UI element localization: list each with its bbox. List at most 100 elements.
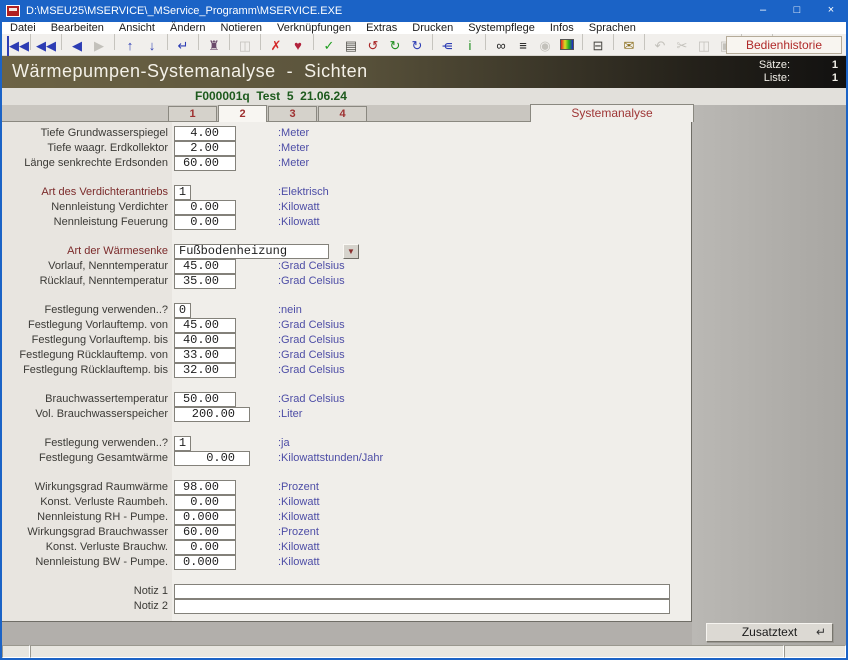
palette-icon[interactable] — [560, 39, 574, 50]
menu-item-sprachen[interactable]: Sprachen — [589, 22, 636, 34]
toolbar-separator — [114, 34, 115, 50]
tab-3[interactable]: 3 — [268, 106, 317, 121]
branch-icon[interactable]: ⋔ — [438, 36, 458, 56]
field-label: Notiz 1 — [2, 584, 168, 599]
form-row: Festlegung verwenden..?0:nein — [2, 303, 692, 318]
list-icon[interactable]: ≡ — [513, 36, 533, 56]
zusatztext-button[interactable]: Zusatztext ↵ — [706, 623, 833, 642]
menu-item-bearbeiten[interactable]: Bearbeiten — [51, 22, 104, 34]
status-bar — [2, 645, 846, 658]
previous-record-icon[interactable]: ◀ — [67, 36, 87, 56]
menu-bar: Datei Bearbeiten Ansicht Ändern Notieren Verk… — [2, 22, 846, 34]
field-input[interactable]: 0.000 — [174, 510, 236, 525]
toolbar-separator — [582, 34, 583, 50]
tab-systemanalyse[interactable]: Systemanalyse — [530, 104, 694, 122]
form-row: Wirkungsgrad Brauchwasser60.00:Prozent — [2, 525, 692, 540]
field-input[interactable] — [174, 584, 670, 599]
field-label: Festlegung Rücklauftemp. bis — [2, 363, 168, 378]
field-input[interactable]: 60.00 — [174, 525, 236, 540]
first-record-icon[interactable]: ◀◀ — [7, 36, 25, 56]
form-row: Nennleistung RH - Pumpe.0.000:Kilowatt — [2, 510, 692, 525]
mail-icon[interactable]: ✉ — [619, 36, 639, 56]
field-input[interactable]: 1 — [174, 436, 191, 451]
dropdown-arrow-button[interactable]: ▼ — [343, 244, 359, 259]
field-input[interactable]: 50.00 — [174, 392, 236, 407]
form-icon[interactable]: ▤ — [341, 36, 361, 56]
menu-item-systempflege[interactable]: Systempflege — [468, 22, 535, 34]
field-unit: :Prozent — [278, 525, 319, 540]
toolbar-separator — [485, 34, 486, 50]
field-input[interactable]: 98.00 — [174, 480, 236, 495]
print-icon[interactable]: ⊟ — [588, 36, 608, 56]
field-input[interactable]: 35.00 — [174, 274, 236, 289]
rotate-red-icon[interactable]: ↺ — [363, 36, 383, 56]
minimize-button[interactable]: – — [746, 0, 780, 22]
field-input[interactable]: 0.00 — [174, 215, 236, 230]
field-label: Festlegung Vorlauftemp. von — [2, 318, 168, 333]
rotate-green-icon[interactable]: ↻ — [385, 36, 405, 56]
form-row: Vol. Brauchwasserspeicher 200.00 :Liter — [2, 407, 692, 422]
field-label: Vol. Brauchwasserspeicher — [2, 407, 168, 422]
field-input[interactable]: 4.00 — [174, 126, 236, 141]
field-input[interactable]: 0.00 — [174, 451, 250, 466]
field-label: Wirkungsgrad Raumwärme — [2, 480, 168, 495]
field-input[interactable]: 60.00 — [174, 156, 236, 171]
tab-group: 1234 — [168, 104, 368, 121]
form-row: Konst. Verluste Brauchw.0.00:Kilowatt — [2, 540, 692, 555]
field-label: Brauchwassertemperatur — [2, 392, 168, 407]
field-input[interactable]: 0.00 — [174, 200, 236, 215]
toolbar-icons: ◀◀◀◀◀▶↑↓↵♜◫✗♥✓▤↺↻↻⋔i∞≡◉⊟✉↶✂◫▣? — [6, 34, 777, 56]
link-icon: ◫ — [235, 36, 255, 56]
menu-item-ansicht[interactable]: Ansicht — [119, 22, 155, 34]
page-header: Wärmepumpen-Systemanalyse - Sichten Sätz… — [2, 56, 846, 88]
menu-item-datei[interactable]: Datei — [10, 22, 36, 34]
form-row: Tiefe Grundwasserspiegel4.00:Meter — [2, 126, 692, 141]
field-input[interactable]: 32.00 — [174, 363, 236, 378]
form-row: Festlegung Vorlauftemp. von45.00:Grad Ce… — [2, 318, 692, 333]
field-unit: :Liter — [278, 407, 302, 422]
down-icon[interactable]: ↓ — [142, 36, 162, 56]
confirm-check-icon[interactable]: ✓ — [319, 36, 339, 56]
menu-item-verknüpfungen[interactable]: Verknüpfungen — [277, 22, 351, 34]
field-input[interactable]: 0.000 — [174, 555, 236, 570]
field-input[interactable]: 200.00 — [174, 407, 250, 422]
maximize-button[interactable]: □ — [780, 0, 814, 22]
fast-back-icon[interactable]: ◀◀ — [36, 36, 56, 56]
search-binoculars-icon[interactable]: ∞ — [491, 36, 511, 56]
stamp-icon[interactable]: ♜ — [204, 36, 224, 56]
rotate-blue-icon[interactable]: ↻ — [407, 36, 427, 56]
favorite-heart-icon[interactable]: ♥ — [288, 36, 308, 56]
field-input[interactable]: 45.00 — [174, 318, 236, 333]
page-title: Wärmepumpen-Systemanalyse - Sichten — [12, 61, 368, 82]
field-input[interactable]: 40.00 — [174, 333, 236, 348]
menu-item-drucken[interactable]: Drucken — [412, 22, 453, 34]
field-input[interactable]: 1 — [174, 185, 191, 200]
field-unit: :Meter — [278, 156, 309, 171]
up-icon[interactable]: ↑ — [120, 36, 140, 56]
menu-item-extras[interactable]: Extras — [366, 22, 397, 34]
menu-item-infos[interactable]: Infos — [550, 22, 574, 34]
field-input[interactable]: 0 — [174, 303, 191, 318]
field-input[interactable]: 0.00 — [174, 540, 236, 555]
field-input[interactable]: 33.00 — [174, 348, 236, 363]
field-label: Nennleistung Feuerung — [2, 215, 168, 230]
field-input[interactable] — [174, 599, 670, 614]
form-row: Länge senkrechte Erdsonden60.00:Meter — [2, 156, 692, 171]
info-icon[interactable]: i — [460, 36, 480, 56]
enter-icon[interactable]: ↵ — [173, 36, 193, 56]
delete-icon[interactable]: ✗ — [266, 36, 286, 56]
tab-4[interactable]: 4 — [318, 106, 367, 121]
bedienhistorie-button[interactable]: Bedienhistorie — [726, 36, 842, 54]
menu-item-ändern[interactable]: Ändern — [170, 22, 205, 34]
menu-item-notieren[interactable]: Notieren — [220, 22, 262, 34]
saetze-label: Sätze: — [759, 59, 790, 72]
waermesenke-select[interactable]: Fußbodenheizung — [174, 244, 329, 259]
field-input[interactable]: 2.00 — [174, 141, 236, 156]
field-input[interactable]: 0.00 — [174, 495, 236, 510]
close-button[interactable]: × — [814, 0, 848, 22]
form-row: Wirkungsgrad Raumwärme98.00:Prozent — [2, 480, 692, 495]
tab-2[interactable]: 2 — [218, 105, 267, 122]
field-unit: :Meter — [278, 141, 309, 156]
tab-1[interactable]: 1 — [168, 106, 217, 121]
field-input[interactable]: 45.00 — [174, 259, 236, 274]
